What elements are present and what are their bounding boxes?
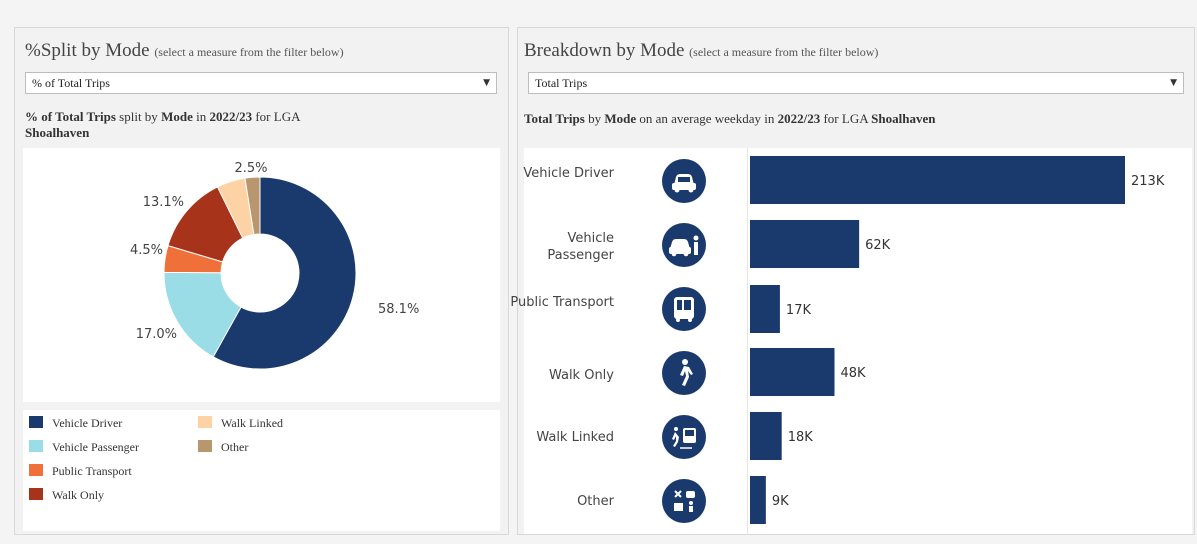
trips-by-mode-bar-chart: 213K 62K 17K 48K 18K 9K <box>750 156 1165 524</box>
donut-data-label: 17.0% <box>136 327 177 342</box>
legend-label: Walk Only <box>52 488 105 502</box>
donut-data-label: 4.5% <box>130 243 163 258</box>
split-by-mode-panel: %Split by Mode (select a measure from th… <box>14 27 509 535</box>
subtitle-text: split by <box>115 109 162 124</box>
subtitle-text: for LGA <box>252 109 300 124</box>
chevron-down-icon: ▼ <box>483 78 490 88</box>
legend-item[interactable]: Vehicle Driver <box>29 416 122 431</box>
bar-data-label: 62K <box>865 238 891 253</box>
legend-swatch <box>198 416 212 428</box>
subtitle-text: in <box>192 109 210 124</box>
legend-item[interactable]: Walk Linked <box>198 416 283 431</box>
subtitle-text: for LGA <box>820 111 872 126</box>
subtitle-text: by <box>584 111 605 126</box>
mode-split-donut-chart: 58.1% 17.0% 4.5% 13.1% 2.5% <box>130 161 419 370</box>
breakdown-title-note: (select a measure from the filter below) <box>689 45 879 59</box>
bar-data-label: 213K <box>1131 174 1165 189</box>
legend-swatch <box>29 488 43 500</box>
bar-data-label: 48K <box>841 366 867 381</box>
bar[interactable] <box>750 348 835 396</box>
breakdown-panel-title: Breakdown by Mode (select a measure from… <box>524 40 878 62</box>
breakdown-title-text: Breakdown by Mode <box>524 40 685 61</box>
donut-chart-area: 58.1% 17.0% 4.5% 13.1% 2.5% <box>23 148 500 402</box>
breakdown-chart-subtitle: Total Trips by Mode on an average weekda… <box>524 111 935 127</box>
bar-data-label: 17K <box>786 303 812 318</box>
bar-data-label: 9K <box>772 494 789 509</box>
legend-item[interactable]: Vehicle Passenger <box>29 440 139 455</box>
legend-swatch <box>29 416 43 428</box>
split-filter-value: % of Total Trips <box>32 76 110 90</box>
subtitle-lga: Shoalhaven <box>25 125 90 140</box>
legend-label: Other <box>221 440 249 454</box>
legend-item[interactable]: Public Transport <box>29 464 132 479</box>
subtitle-mode: Mode <box>604 111 637 126</box>
bar[interactable] <box>750 476 766 524</box>
subtitle-lga: Shoalhaven <box>871 111 936 126</box>
split-title-note: (select a measure from the filter below) <box>154 45 344 59</box>
legend-label: Public Transport <box>52 464 132 478</box>
donut-legend: Vehicle Driver Vehicle Passenger Public … <box>23 410 500 531</box>
breakdown-measure-filter[interactable]: Total Trips ▼ <box>528 72 1184 94</box>
legend-swatch <box>29 440 43 452</box>
legend-label: Vehicle Passenger <box>52 440 139 454</box>
split-measure-filter[interactable]: % of Total Trips ▼ <box>25 72 497 94</box>
subtitle-measure: % of Total Trips <box>25 109 116 124</box>
legend-item[interactable]: Other <box>198 440 248 455</box>
donut-data-label: 2.5% <box>234 161 267 176</box>
subtitle-measure: Total Trips <box>524 111 585 126</box>
subtitle-year: 2022/23 <box>209 109 253 124</box>
legend-item[interactable]: Walk Only <box>29 488 104 503</box>
split-panel-title: %Split by Mode (select a measure from th… <box>25 40 344 62</box>
legend-swatch <box>198 440 212 452</box>
legend-label: Walk Linked <box>221 416 284 430</box>
subtitle-text: on an average weekday in <box>636 111 778 126</box>
bar-data-label: 18K <box>788 430 814 445</box>
breakdown-filter-value: Total Trips <box>535 76 588 90</box>
donut-data-label: 13.1% <box>143 195 184 210</box>
subtitle-mode: Mode <box>161 109 193 124</box>
chevron-down-icon: ▼ <box>1170 78 1177 88</box>
bar[interactable] <box>750 156 1125 204</box>
legend-label: Vehicle Driver <box>52 416 123 430</box>
split-chart-subtitle: % of Total Trips split by Mode in 2022/2… <box>25 109 365 141</box>
legend-swatch <box>29 464 43 476</box>
breakdown-by-mode-panel: Breakdown by Mode (select a measure from… <box>510 27 1195 535</box>
donut-data-label: 58.1% <box>378 302 419 317</box>
bar[interactable] <box>750 412 782 460</box>
bar[interactable] <box>750 220 860 268</box>
subtitle-year: 2022/23 <box>777 111 821 126</box>
split-title-text: %Split by Mode <box>25 40 150 61</box>
bar-chart-area: Vehicle Driver Vehicle Passenger Public … <box>510 148 1192 534</box>
bar[interactable] <box>750 285 780 333</box>
